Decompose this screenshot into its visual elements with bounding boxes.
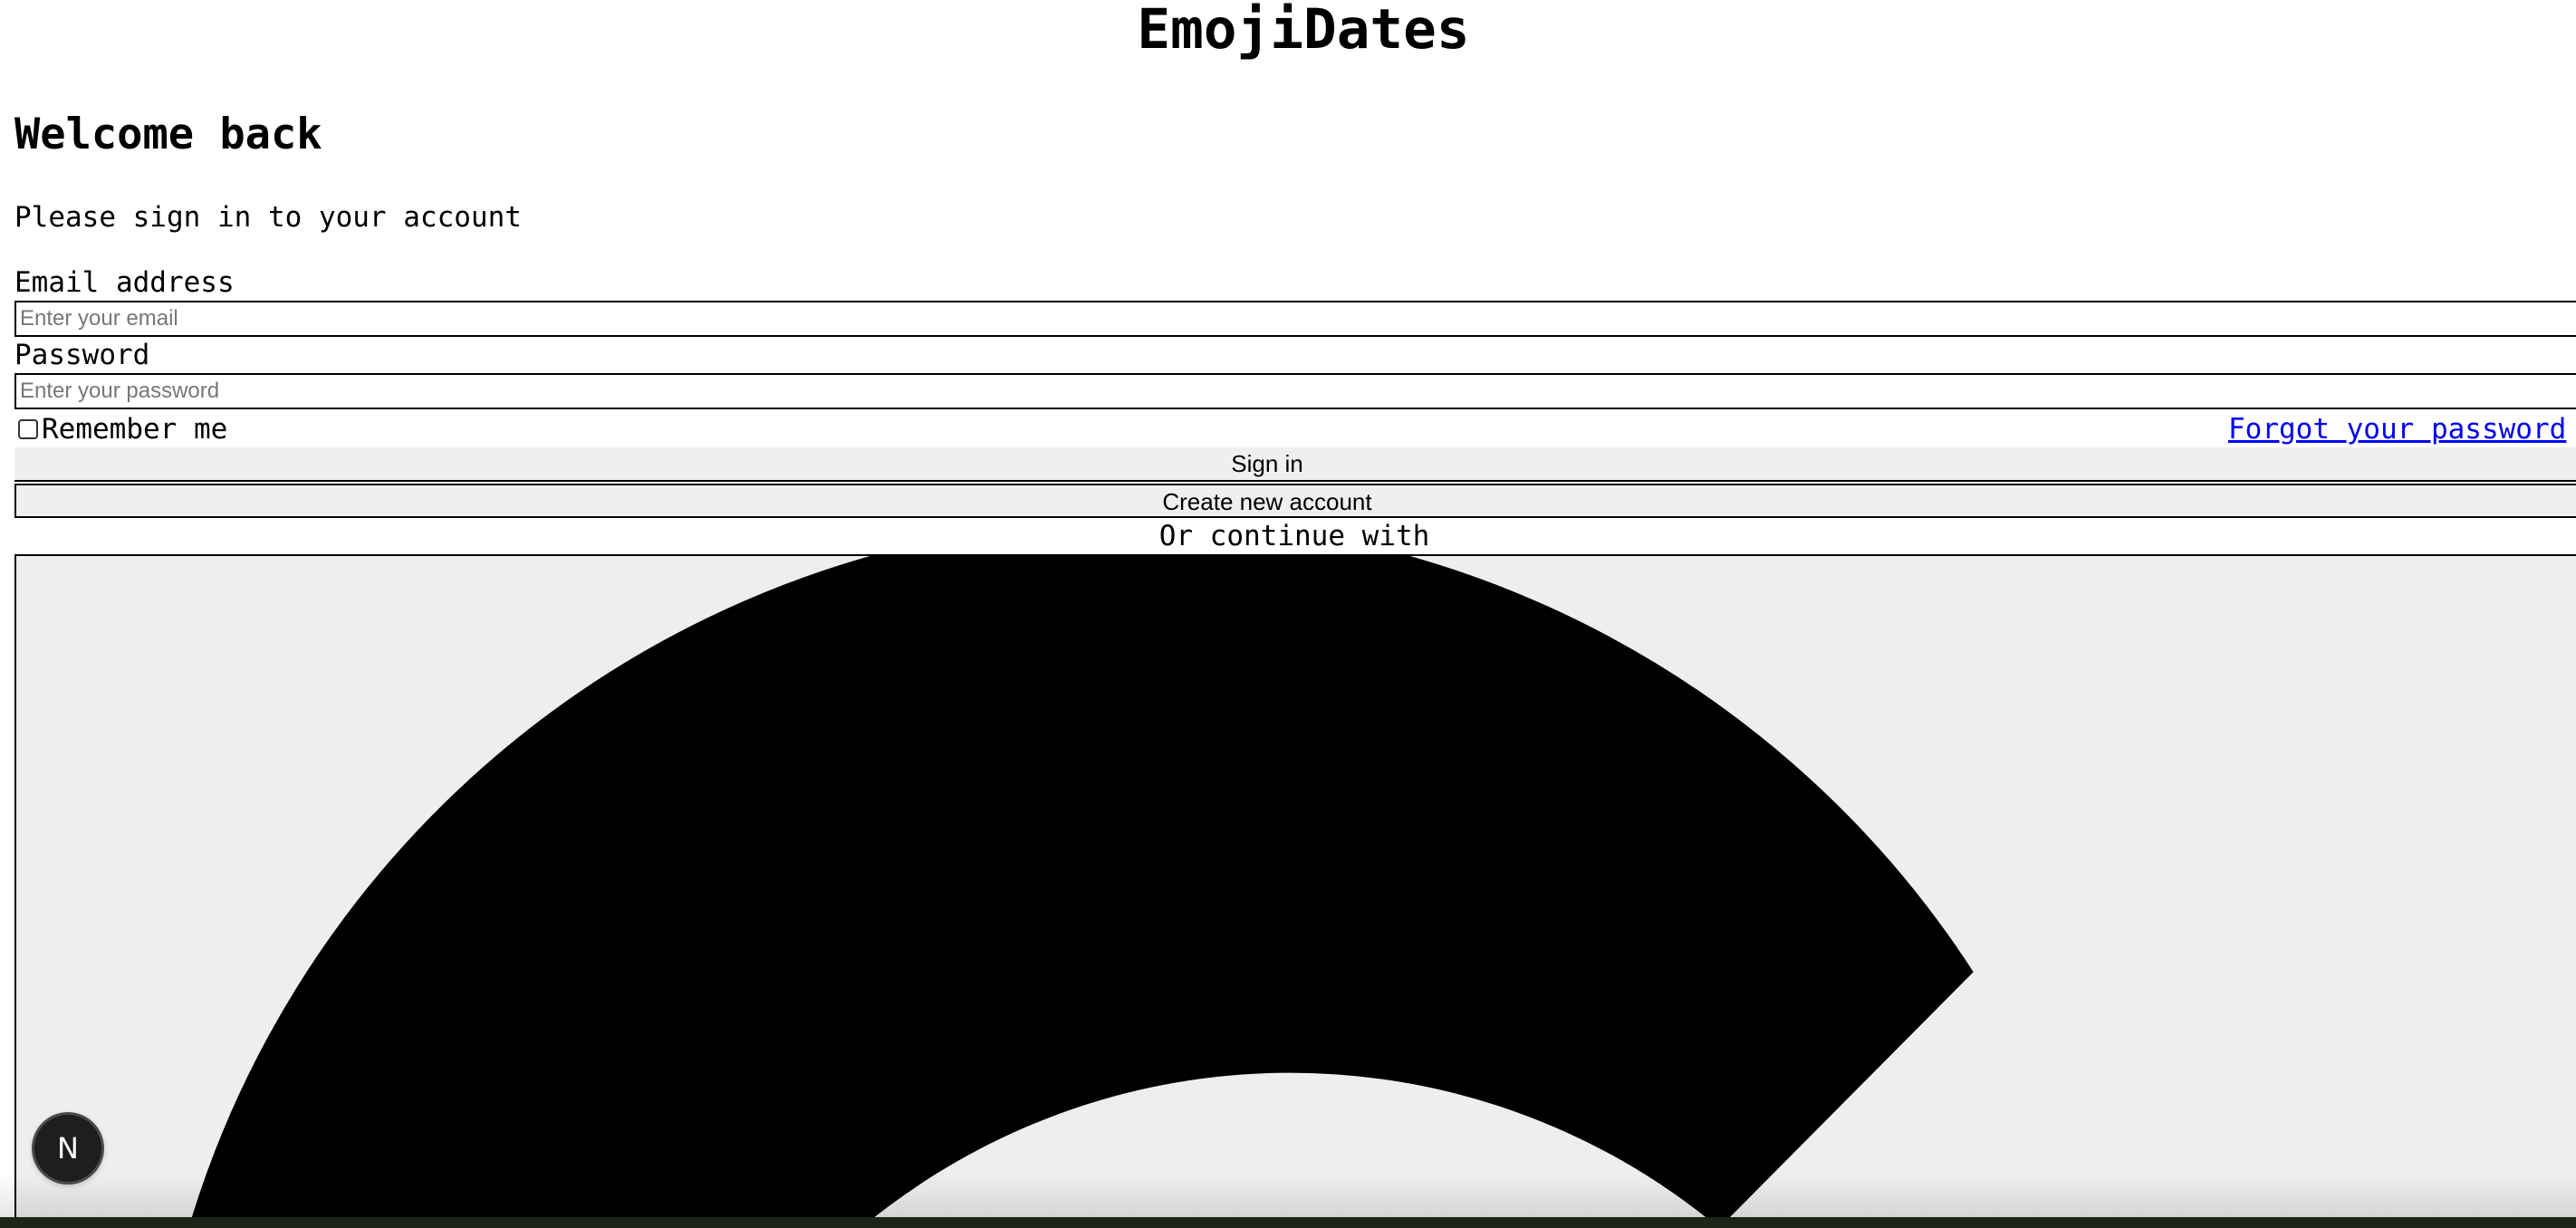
remember-me-row: Remember me: [18, 411, 227, 447]
remember-me-label[interactable]: Remember me: [42, 411, 227, 447]
create-account-button[interactable]: Create new account: [14, 484, 2576, 518]
email-field[interactable]: [14, 301, 2576, 337]
password-field[interactable]: [14, 373, 2576, 409]
sign-in-button[interactable]: Sign in: [14, 447, 2576, 482]
continue-with-divider: Or continue with: [1158, 520, 1430, 552]
window-bottom-edge: [0, 1217, 2576, 1228]
remember-me-checkbox[interactable]: [18, 419, 38, 439]
app-title: EmojiDates: [1137, 0, 1470, 62]
nextjs-dev-badge[interactable]: N: [34, 1115, 101, 1182]
nextjs-icon: N: [57, 1131, 79, 1166]
page-heading: Welcome back: [14, 110, 322, 159]
email-label: Email address: [14, 266, 235, 299]
google-g-icon: [188, 556, 1974, 1228]
forgot-password-link[interactable]: Forgot your password: [2228, 411, 2566, 447]
google-sign-in-button[interactable]: [14, 554, 2576, 1228]
password-label: Password: [14, 339, 150, 371]
page-subtitle: Please sign in to your account: [14, 201, 522, 234]
